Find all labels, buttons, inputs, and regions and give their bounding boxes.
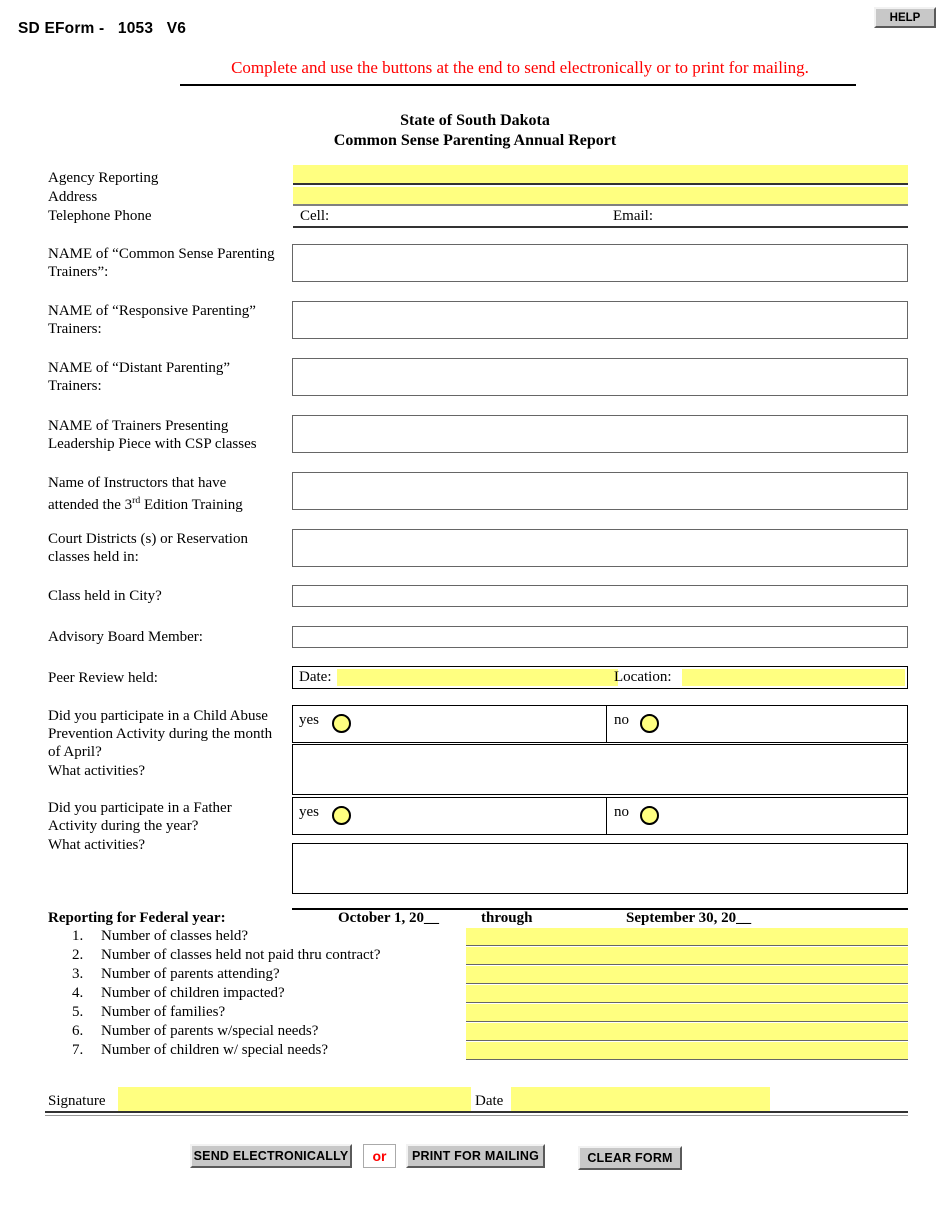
cell-label: Cell: xyxy=(300,208,330,224)
responsive-trainers-label-line1: NAME of “Responsive Parenting” xyxy=(48,303,256,319)
class-city-label: Class held in City? xyxy=(48,588,162,604)
father-activity-activities-input[interactable] xyxy=(292,843,908,894)
court-districts-input[interactable] xyxy=(292,529,908,567)
clear-form-button[interactable]: CLEAR FORM xyxy=(578,1146,682,1170)
reporting-item-num-7: 7. xyxy=(72,1042,84,1058)
page-title-line1: State of South Dakota xyxy=(400,112,550,129)
or-separator: or xyxy=(363,1144,396,1168)
distant-trainers-input[interactable] xyxy=(292,358,908,396)
peer-review-date-input[interactable] xyxy=(337,669,618,686)
responsive-trainers-label-line2: Trainers: xyxy=(48,321,102,337)
third-edition-label-line2: attended the 3rd Edition Training xyxy=(48,495,243,513)
distant-trainers-label-line2: Trainers: xyxy=(48,378,102,394)
peer-review-location-input[interactable] xyxy=(682,669,905,686)
address-input[interactable] xyxy=(293,187,908,206)
reporting-through-label: through xyxy=(481,910,533,926)
reporting-item-input-4[interactable] xyxy=(466,985,908,1003)
father-activity-question-line1: Did you participate in a Father xyxy=(48,800,232,816)
leadership-trainers-input[interactable] xyxy=(292,415,908,453)
reporting-item-text-4: Number of children impacted? xyxy=(101,985,285,1001)
responsive-trainers-input[interactable] xyxy=(292,301,908,339)
class-city-input[interactable] xyxy=(292,585,908,607)
child-abuse-yes-radio[interactable] xyxy=(332,714,351,733)
father-activity-answer-row: yes no xyxy=(292,797,908,835)
child-abuse-question-line2: Prevention Activity during the month xyxy=(48,726,273,742)
court-districts-label-line1: Court Districts (s) or Reservation xyxy=(48,531,248,547)
help-button[interactable]: HELP xyxy=(874,7,936,28)
child-abuse-answer-row: yes no xyxy=(292,705,908,743)
reporting-item-input-6[interactable] xyxy=(466,1023,908,1041)
father-activity-no-label: no xyxy=(614,804,629,820)
child-abuse-question-line3: of April? xyxy=(48,744,102,760)
reporting-item-num-1: 1. xyxy=(72,928,84,944)
signature-label: Signature xyxy=(48,1093,106,1109)
csp-trainers-label-line2: Trainers”: xyxy=(48,264,109,280)
father-activity-question-line2: Activity during the year? xyxy=(48,818,199,834)
father-activity-no-radio[interactable] xyxy=(640,806,659,825)
reporting-item-input-2[interactable] xyxy=(466,947,908,965)
reporting-end-date-label: September 30, 20__ xyxy=(626,910,752,926)
reporting-item-text-5: Number of families? xyxy=(101,1004,226,1020)
child-abuse-question-line1: Did you participate in a Child Abuse xyxy=(48,708,268,724)
court-districts-label-line2: classes held in: xyxy=(48,549,139,565)
father-activity-yes-label: yes xyxy=(299,804,319,820)
reporting-item-num-2: 2. xyxy=(72,947,84,963)
reporting-item-text-6: Number of parents w/special needs? xyxy=(101,1023,319,1039)
csp-trainers-label-line1: NAME of “Common Sense Parenting xyxy=(48,246,275,262)
csp-trainers-input[interactable] xyxy=(292,244,908,282)
child-abuse-divider xyxy=(606,706,607,742)
print-for-mailing-button[interactable]: PRINT FOR MAILING xyxy=(406,1144,545,1168)
reporting-item-input-5[interactable] xyxy=(466,1004,908,1022)
cell-input[interactable] xyxy=(340,207,600,226)
agency-reporting-input[interactable] xyxy=(293,165,908,185)
father-activity-divider xyxy=(606,798,607,834)
reporting-item-text-1: Number of classes held? xyxy=(101,928,249,944)
agency-reporting-label: Agency Reporting xyxy=(48,170,159,186)
reporting-item-input-7[interactable] xyxy=(466,1042,908,1060)
reporting-item-num-4: 4. xyxy=(72,985,84,1001)
email-input[interactable] xyxy=(662,207,902,226)
third-edition-label-line1: Name of Instructors that have xyxy=(48,475,227,491)
signature-divider xyxy=(45,1111,908,1113)
email-label: Email: xyxy=(613,208,653,224)
reporting-item-input-3[interactable] xyxy=(466,966,908,984)
signature-divider-shadow xyxy=(45,1115,908,1116)
page-title-line2: Common Sense Parenting Annual Report xyxy=(333,132,617,149)
reporting-item-num-6: 6. xyxy=(72,1023,84,1039)
reporting-item-text-3: Number of parents attending? xyxy=(101,966,280,982)
peer-review-label: Peer Review held: xyxy=(48,670,158,686)
telephone-label: Telephone Phone xyxy=(48,208,152,224)
advisory-board-input[interactable] xyxy=(292,626,908,648)
child-abuse-activities-label: What activities? xyxy=(48,763,146,779)
child-abuse-activities-input[interactable] xyxy=(292,744,908,795)
reporting-item-input-1[interactable] xyxy=(466,928,908,946)
peer-review-date-label: Date: xyxy=(299,669,332,685)
third-edition-input[interactable] xyxy=(292,472,908,510)
reporting-start-date-label: October 1, 20__ xyxy=(338,910,439,926)
father-activity-yes-radio[interactable] xyxy=(332,806,351,825)
reporting-item-num-5: 5. xyxy=(72,1004,84,1020)
child-abuse-no-radio[interactable] xyxy=(640,714,659,733)
child-abuse-no-label: no xyxy=(614,712,629,728)
advisory-board-label: Advisory Board Member: xyxy=(48,629,203,645)
peer-review-location-label: Location: xyxy=(614,669,672,685)
instruction-divider xyxy=(180,84,856,86)
signature-input[interactable] xyxy=(118,1087,471,1111)
reporting-item-text-7: Number of children w/ special needs? xyxy=(101,1042,328,1058)
father-activity-activities-label: What activities? xyxy=(48,837,146,853)
reporting-item-num-3: 3. xyxy=(72,966,84,982)
instruction-text: Complete and use the buttons at the end … xyxy=(231,58,809,77)
distant-trainers-label-line1: NAME of “Distant Parenting” xyxy=(48,360,231,376)
signature-date-input[interactable] xyxy=(511,1087,770,1111)
form-identifier: SD EForm - 1053 V6 xyxy=(18,20,187,37)
address-label: Address xyxy=(48,189,98,205)
reporting-item-text-2: Number of classes held not paid thru con… xyxy=(101,947,381,963)
child-abuse-yes-label: yes xyxy=(299,712,319,728)
signature-date-label: Date xyxy=(475,1093,504,1109)
send-electronically-button[interactable]: SEND ELECTRONICALLY xyxy=(190,1144,352,1168)
leadership-trainers-label-line2: Leadership Piece with CSP classes xyxy=(48,436,257,452)
reporting-federal-year-label: Reporting for Federal year: xyxy=(48,910,226,926)
leadership-trainers-label-line1: NAME of Trainers Presenting xyxy=(48,418,229,434)
